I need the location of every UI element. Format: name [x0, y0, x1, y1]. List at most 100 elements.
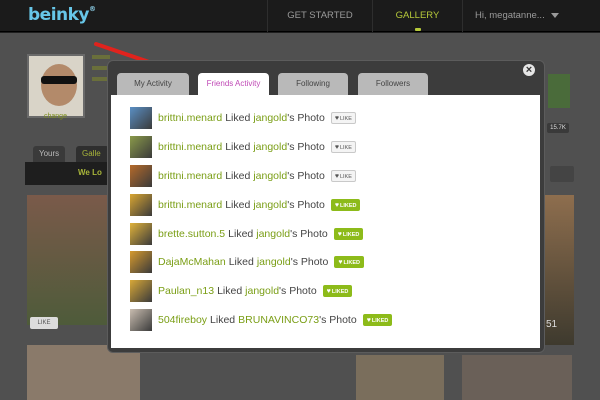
nav-gallery-label: GALLERY	[395, 10, 440, 21]
change-avatar-link[interactable]: change	[44, 113, 67, 120]
like-label: LIKED	[339, 203, 357, 209]
activity-object: 's Photo	[287, 199, 325, 211]
activity-user-link[interactable]: 504fireboy	[158, 314, 207, 326]
photo-thumbnail[interactable]	[130, 136, 152, 158]
photo-thumbnail[interactable]	[130, 194, 152, 216]
activity-verb: Liked	[217, 285, 243, 297]
like-label: LIKE	[339, 116, 352, 122]
profile-avatar[interactable]	[27, 54, 85, 118]
like-label: LIKED	[342, 232, 360, 238]
activity-object: 's Photo	[287, 141, 325, 153]
gallery-photo[interactable]	[27, 195, 110, 325]
nav-get-started[interactable]: GET STARTED	[267, 0, 372, 32]
activity-user-link[interactable]: brittni.menard	[158, 112, 222, 124]
like-button[interactable]: ♥LIKE	[330, 141, 356, 153]
photo-owner-link[interactable]: jangold	[257, 256, 291, 268]
tab-followers[interactable]: Followers	[358, 73, 428, 95]
site-logo[interactable]: beinky®	[28, 5, 96, 25]
activity-user-link[interactable]: brittni.menard	[158, 141, 222, 153]
like-label: LIKED	[331, 289, 349, 295]
activity-verb: Liked	[225, 170, 251, 182]
activity-user-link[interactable]: Paulan_n13	[158, 285, 214, 297]
section-strip: We Lo	[25, 162, 111, 185]
gallery-photo[interactable]	[356, 355, 444, 400]
activity-item: brittni.menard Liked jangold's Photo ♥LIKE	[130, 107, 356, 129]
activity-object: 's Photo	[287, 112, 325, 124]
liked-button[interactable]: ♥LIKED	[330, 199, 361, 211]
close-icon[interactable]: ×	[521, 62, 537, 78]
user-greeting: Hi, megatanne...	[475, 10, 545, 21]
activity-item: brittni.menard Liked jangold's Photo ♥LIKE	[130, 165, 356, 187]
tab-gallery[interactable]: Galle	[76, 146, 109, 162]
activity-item: Paulan_n13 Liked jangold's Photo ♥LIKED	[130, 280, 353, 302]
activity-verb: Liked	[225, 112, 251, 124]
tab-yours[interactable]: Yours	[33, 146, 66, 162]
like-label: LIKED	[343, 260, 360, 266]
tab-friends-activity[interactable]: Friends Activity	[198, 73, 269, 96]
tab-following[interactable]: Following	[278, 73, 348, 95]
activity-user-link[interactable]: brette.sutton.5	[158, 228, 225, 240]
activity-user-link[interactable]: DajaMcMahan	[158, 256, 226, 268]
like-label: LIKE	[339, 174, 352, 180]
activity-item: brittni.menard Liked jangold's Photo ♥LIKED	[130, 194, 361, 216]
activity-object: 's Photo	[279, 285, 317, 297]
heart-icon: ♥	[334, 173, 339, 180]
like-label: LIKED	[371, 318, 389, 324]
photo-owner-link[interactable]: jangold	[245, 285, 279, 297]
gallery-photo[interactable]	[27, 345, 140, 400]
photo-count: 51	[546, 319, 558, 330]
activity-object: 's Photo	[287, 170, 325, 182]
liked-button[interactable]: ♥LIKED	[333, 228, 364, 240]
section-strip-label: We Lo	[78, 168, 102, 177]
heart-icon: ♥	[366, 317, 371, 324]
user-menu[interactable]: Hi, megatanne...	[462, 0, 600, 32]
photo-owner-link[interactable]: jangold	[253, 112, 287, 124]
liked-button[interactable]: ♥LIKED	[322, 285, 353, 297]
photo-thumbnail[interactable]	[130, 165, 152, 187]
like-label: LIKE	[339, 145, 352, 151]
top-nav: beinky® GET STARTED GALLERY Hi, megatann…	[0, 0, 600, 32]
gallery-photo[interactable]	[462, 355, 572, 400]
liked-button[interactable]: ♥LIKED	[362, 314, 393, 326]
photo-owner-link[interactable]: BRUNAVINCO73	[238, 314, 319, 326]
heart-icon: ♥	[334, 202, 339, 209]
photo-owner-link[interactable]: jangold	[253, 170, 287, 182]
activity-object: 's Photo	[290, 256, 329, 268]
photo-thumbnail[interactable]	[130, 107, 152, 129]
photo-owner-link[interactable]: jangold	[253, 199, 287, 211]
activity-item: DajaMcMahan Liked jangold's Photo ♥LIKED	[130, 251, 364, 273]
nav-gallery[interactable]: GALLERY	[372, 0, 462, 32]
caret-down-icon	[550, 12, 559, 18]
heart-icon: ♥	[334, 115, 339, 122]
side-thumbnail[interactable]	[548, 74, 570, 108]
count-badge: 15.7K	[547, 123, 569, 133]
activity-item: brette.sutton.5 Liked jangold's Photo ♥LIKE…	[130, 223, 364, 245]
activity-object: 's Photo	[319, 314, 357, 326]
like-button[interactable]: ♥LIKE	[330, 170, 356, 182]
activity-verb: Liked	[225, 141, 251, 153]
liked-button[interactable]: ♥LIKED	[334, 256, 364, 268]
activity-verb: Liked	[210, 314, 236, 326]
activity-user-link[interactable]: brittni.menard	[158, 170, 222, 182]
heart-icon: ♥	[326, 288, 331, 295]
search-box[interactable]	[550, 166, 574, 182]
heart-icon: ♥	[337, 231, 342, 238]
photo-thumbnail[interactable]	[130, 223, 152, 245]
photo-thumbnail[interactable]	[130, 280, 152, 302]
photo-owner-link[interactable]: jangold	[256, 228, 290, 240]
photo-thumbnail[interactable]	[130, 251, 152, 273]
activity-verb: Liked	[225, 199, 251, 211]
tab-my-activity[interactable]: My Activity	[117, 73, 189, 95]
photo-thumbnail[interactable]	[130, 309, 152, 331]
like-button[interactable]: ♥LIKE	[330, 112, 356, 124]
heart-icon: ♥	[334, 144, 339, 151]
activity-item: 504fireboy Liked BRUNAVINCO73's Photo ♥LIKE…	[130, 309, 393, 331]
activity-verb: Liked	[228, 256, 254, 268]
photo-owner-link[interactable]: jangold	[253, 141, 287, 153]
activity-verb: Liked	[228, 228, 254, 240]
active-indicator	[415, 28, 421, 31]
like-button[interactable]: LIKE	[30, 317, 58, 329]
activity-object: 's Photo	[290, 228, 328, 240]
activity-user-link[interactable]: brittni.menard	[158, 199, 222, 211]
heart-icon: ♥	[338, 259, 343, 266]
